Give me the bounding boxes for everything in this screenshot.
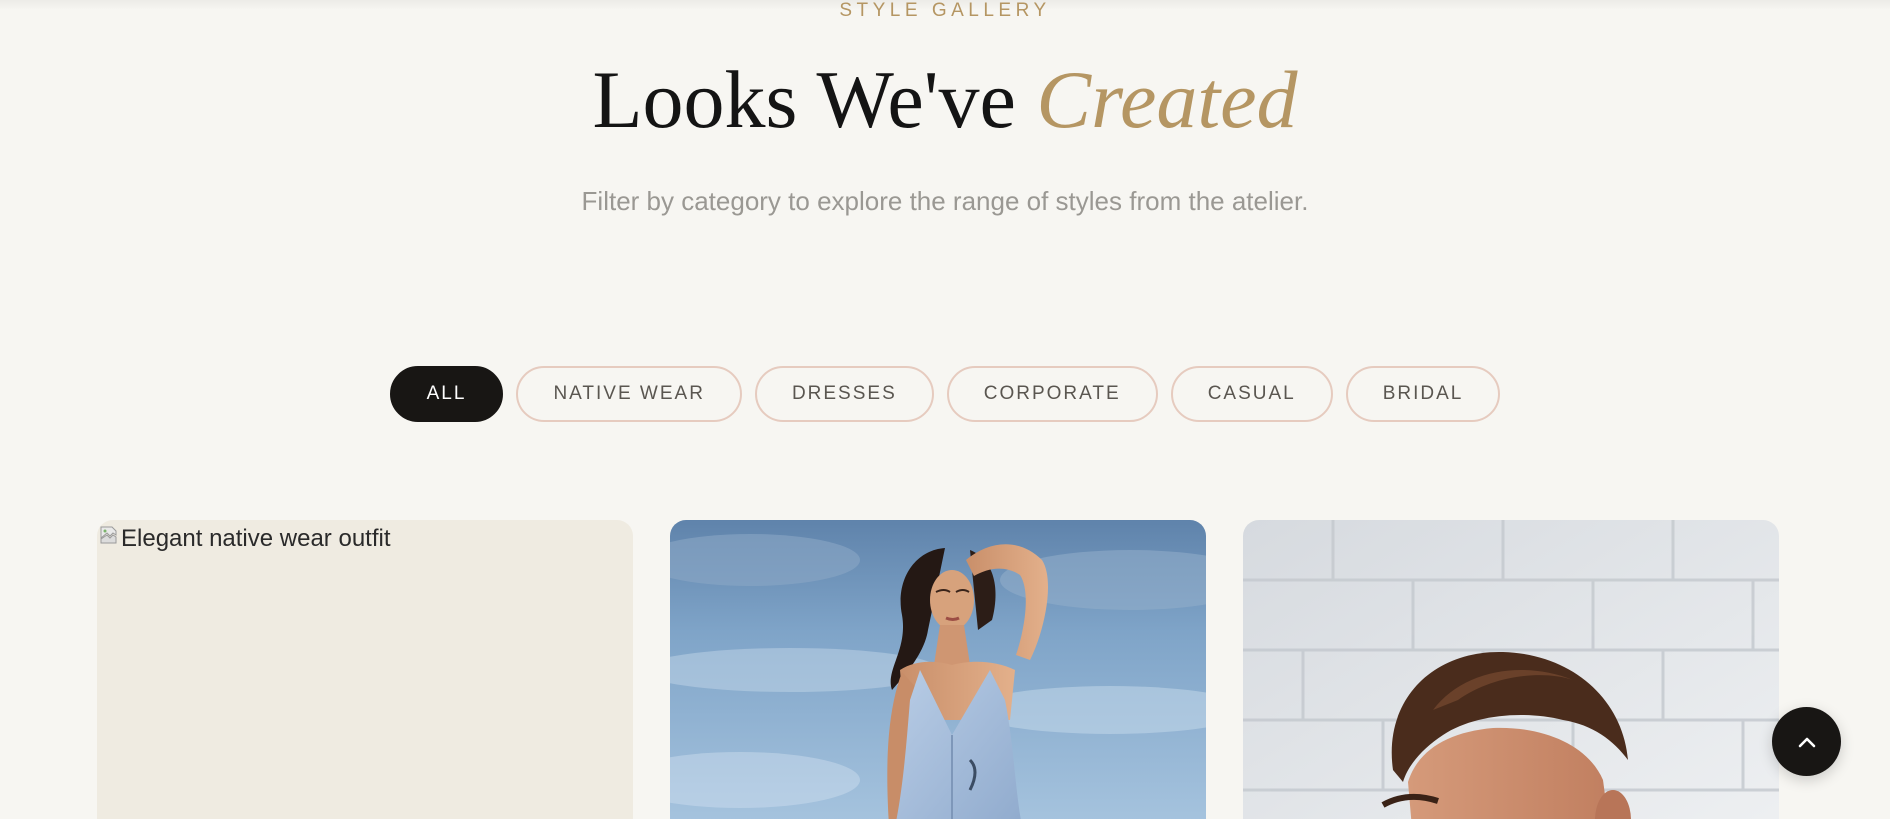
gallery-card-dress[interactable] (670, 520, 1206, 819)
dress-photo (670, 520, 1206, 819)
filter-corporate[interactable]: CORPORATE (946, 366, 1158, 422)
broken-image-icon (100, 526, 117, 544)
portrait-photo (1243, 520, 1779, 819)
filter-dresses[interactable]: DRESSES (754, 366, 934, 422)
category-filter-bar: ALL NATIVE WEAR DRESSES CORPORATE CASUAL… (0, 366, 1890, 422)
page-title: Looks We've Created (0, 52, 1890, 148)
title-accent: Created (1036, 54, 1298, 145)
filter-native-wear[interactable]: NATIVE WEAR (516, 366, 742, 422)
gallery-card-corporate[interactable] (1243, 520, 1779, 819)
gallery-card-native-wear[interactable]: Elegant native wear outfit (97, 520, 633, 819)
style-gallery-page: STYLE GALLERY Looks We've Created Filter… (0, 0, 1890, 819)
title-main: Looks We've (592, 54, 1016, 145)
broken-image: Elegant native wear outfit (99, 524, 391, 554)
scroll-to-top-button[interactable] (1772, 707, 1841, 776)
section-eyebrow: STYLE GALLERY (839, 0, 1051, 21)
chevron-up-icon (1798, 737, 1815, 747)
filter-casual[interactable]: CASUAL (1170, 366, 1333, 422)
filter-bridal[interactable]: BRIDAL (1345, 366, 1501, 422)
image-alt-text: Elegant native wear outfit (121, 525, 391, 552)
page-subtitle: Filter by category to explore the range … (581, 186, 1309, 216)
filter-all[interactable]: ALL (389, 366, 504, 422)
